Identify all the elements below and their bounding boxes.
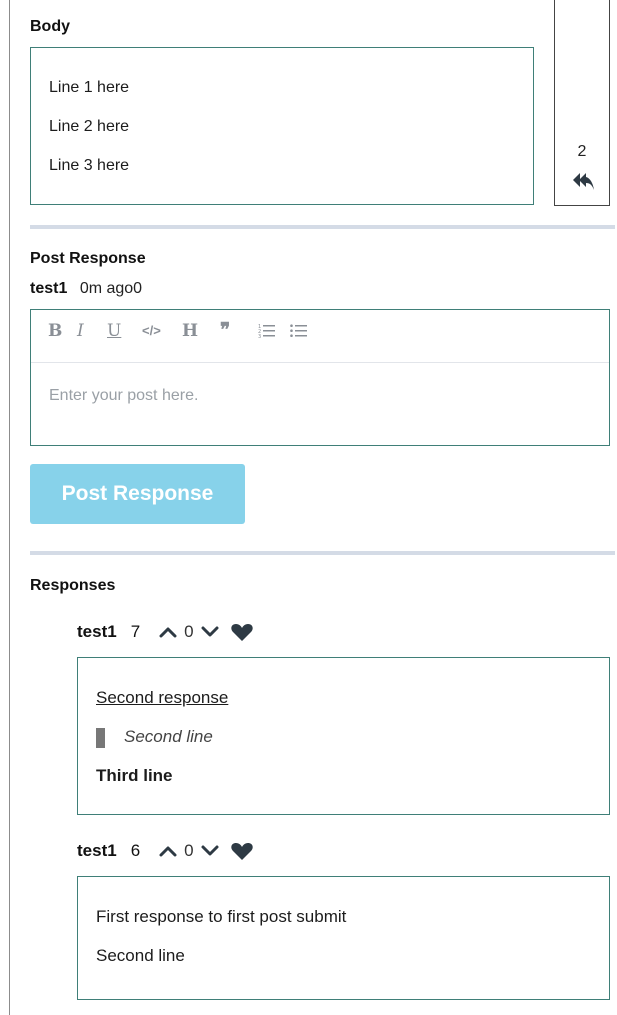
- reply-count-panel[interactable]: 2: [554, 0, 610, 206]
- blockquote-bar: [96, 728, 105, 748]
- post-input[interactable]: [49, 387, 589, 405]
- response-body: First response to first post submit Seco…: [77, 876, 610, 1000]
- rich-text-editor: B I U </> H ❞ 1 2 3: [30, 309, 610, 446]
- heading-button[interactable]: H: [182, 320, 198, 342]
- response-author: test1: [77, 622, 117, 641]
- upvote-icon[interactable]: [158, 844, 178, 858]
- response-line-1: Second response: [96, 688, 229, 707]
- response-body: Second response Second line Third line: [77, 657, 610, 815]
- code-button[interactable]: </>: [142, 320, 161, 342]
- svg-text:3: 3: [258, 334, 261, 339]
- section-divider: [30, 225, 615, 229]
- post-author-line: test1 0m ago0: [30, 280, 142, 298]
- upvote-icon[interactable]: [158, 625, 178, 639]
- left-border: [9, 0, 10, 1015]
- response-line-2: Second line: [124, 727, 213, 746]
- underline-button[interactable]: U: [107, 320, 121, 342]
- body-line-1: Line 1 here: [49, 79, 130, 96]
- post-time: 0m ago0: [79, 280, 143, 297]
- bold-button[interactable]: B: [48, 320, 62, 342]
- post-response-title: Post Response: [30, 250, 146, 267]
- heart-icon[interactable]: [230, 841, 254, 861]
- response-header: test1 7 0: [77, 619, 254, 645]
- response-line-3: Third line: [96, 766, 173, 785]
- response-count: 7: [130, 622, 141, 641]
- body-line-2: Line 2 here: [49, 118, 130, 135]
- quote-button[interactable]: ❞: [220, 320, 230, 342]
- body-line-3: Line 3 here: [49, 157, 130, 174]
- responses-title: Responses: [30, 577, 116, 594]
- response-line-1: First response to first post submit: [96, 907, 347, 926]
- heart-icon[interactable]: [230, 622, 254, 642]
- italic-button[interactable]: I: [77, 320, 84, 342]
- response-count: 6: [130, 841, 141, 860]
- vote-score: 0: [184, 622, 194, 641]
- post-response-button[interactable]: Post Response: [30, 464, 245, 524]
- section-divider-2: [30, 551, 615, 555]
- editor-toolbar: B I U </> H ❞ 1 2 3: [31, 310, 609, 363]
- reply-count: 2: [577, 143, 587, 160]
- downvote-icon[interactable]: [200, 844, 220, 858]
- unordered-list-icon[interactable]: [290, 323, 308, 339]
- downvote-icon[interactable]: [200, 625, 220, 639]
- ordered-list-icon[interactable]: 1 2 3: [258, 323, 276, 339]
- response-line-2: Second line: [96, 946, 185, 965]
- body-title: Body: [30, 18, 70, 35]
- body-content-box: Line 1 here Line 2 here Line 3 here: [30, 47, 534, 205]
- response-header: test1 6 0: [77, 838, 254, 864]
- vote-score: 0: [184, 841, 194, 860]
- response-author: test1: [77, 841, 117, 860]
- reply-all-icon[interactable]: [571, 170, 595, 192]
- post-author: test1: [30, 280, 68, 297]
